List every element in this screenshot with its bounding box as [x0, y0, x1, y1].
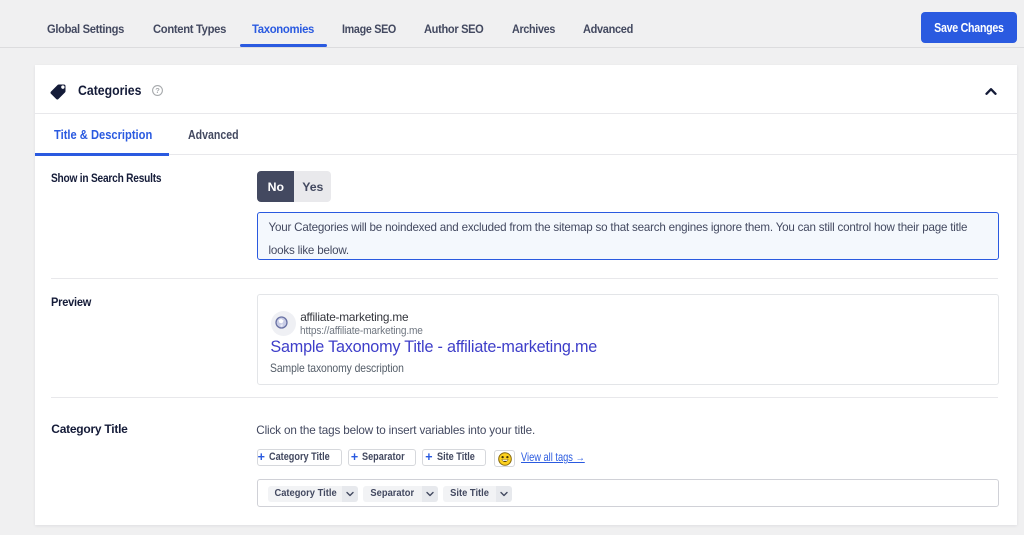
svg-text:?: ? — [155, 86, 160, 95]
